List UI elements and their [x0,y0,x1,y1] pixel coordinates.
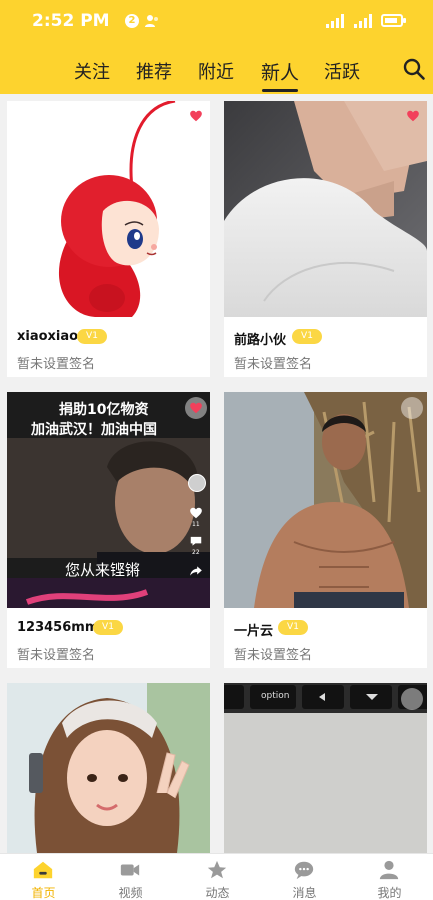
nav-profile[interactable]: 我的 [346,854,433,900]
home-icon [33,861,53,879]
vip-badge: V1 [77,329,107,344]
tab-active[interactable]: 活跃 [324,58,360,84]
user-signature: 暂未设置签名 [17,648,96,663]
tab-nearby[interactable]: 附近 [198,58,234,84]
video-like-count: 11 [192,521,200,528]
video-caption-top-1: 捐助10亿物资 [59,402,149,418]
user-name: 123456mm [17,620,99,635]
heart-icon[interactable] [189,109,203,123]
like-button[interactable] [401,397,423,419]
tab-follow[interactable]: 关注 [74,58,110,84]
keyboard-image [224,683,427,853]
user-signature: 暂未设置签名 [234,357,313,372]
heart-icon[interactable] [406,109,420,123]
user-card[interactable]: xiaoxiao V1 暂未设置签名 [7,101,210,377]
like-button[interactable] [401,688,423,710]
nav-messages-label: 消息 [292,886,317,900]
user-photo[interactable] [7,683,210,853]
red-cartoon-image [7,101,210,317]
nav-video-label: 视频 [118,886,143,900]
video-like-icon [190,507,202,519]
user-name: 一片云 [234,624,274,639]
like-button[interactable] [185,397,207,419]
user-signature: 暂未设置签名 [234,648,313,663]
chat-bubble-icon [294,861,314,880]
video-share-icon [190,566,202,576]
status-time: 2:52 PM [32,11,110,31]
vip-badge: V1 [93,620,123,635]
tab-newcomer[interactable]: 新人 [261,58,299,85]
heart-icon [190,402,202,414]
user-photo[interactable] [224,101,427,317]
category-tabs: 关注 推荐 附近 新人 活跃 [0,52,433,94]
nav-video[interactable]: 视频 [87,854,174,900]
user-card[interactable]: 捐助10亿物资 加油武汉！加油中国 您从来铿锵 11 22 123456mm V… [7,392,210,668]
signal-icon-2 [354,14,372,28]
video-subtitle: 您从来铿锵 [65,561,141,579]
keyboard-option-key: option [261,691,290,701]
person-icon [379,860,399,880]
tab-recommend[interactable]: 推荐 [136,58,172,84]
user-card[interactable]: 一片云 V1 暂未设置签名 [224,392,427,668]
battery-icon [381,14,406,27]
search-icon[interactable] [402,57,426,81]
active-tab-indicator [262,89,298,92]
user-name: xiaoxiao [17,329,79,344]
nav-messages[interactable]: 消息 [261,854,348,900]
video-comment-count: 22 [192,549,200,556]
user-signature: 暂未设置签名 [17,357,96,372]
user-name: 前路小伙 [234,333,287,348]
nav-profile-label: 我的 [377,886,402,900]
status-bar: 2:52 PM 2 [0,0,433,44]
nav-home-label: 首页 [31,886,56,900]
vip-badge: V1 [278,620,308,635]
girl-portrait-image [7,683,210,853]
notification-badge: 2 [125,14,139,28]
video-comment-icon [190,536,202,546]
field-portrait-image [224,392,427,608]
man-white-shirt-image [224,101,427,317]
signal-icon [326,14,344,28]
user-photo[interactable]: option [224,683,427,853]
nav-moments-label: 动态 [205,886,230,900]
header-bar: 2:52 PM 2 关注 推荐 附近 新人 活跃 [0,0,433,94]
bottom-navigation: 首页 视频 动态 消息 我的 [0,853,433,900]
video-camera-icon [120,864,140,876]
vip-badge: V1 [292,329,322,344]
nav-home[interactable]: 首页 [0,854,87,900]
video-caption-top-2: 加油武汉！加油中国 [31,422,157,438]
user-card[interactable] [7,683,210,853]
author-avatar [188,474,206,492]
user-card[interactable]: 前路小伙 V1 暂未设置签名 [224,101,427,377]
user-card[interactable]: option [224,683,427,853]
user-status-icon [145,15,158,27]
user-photo[interactable] [7,101,210,317]
user-photo[interactable] [224,392,427,608]
user-photo[interactable]: 捐助10亿物资 加油武汉！加油中国 您从来铿锵 11 22 [7,392,210,608]
nav-moments[interactable]: 动态 [174,854,261,900]
star-icon [207,860,227,879]
